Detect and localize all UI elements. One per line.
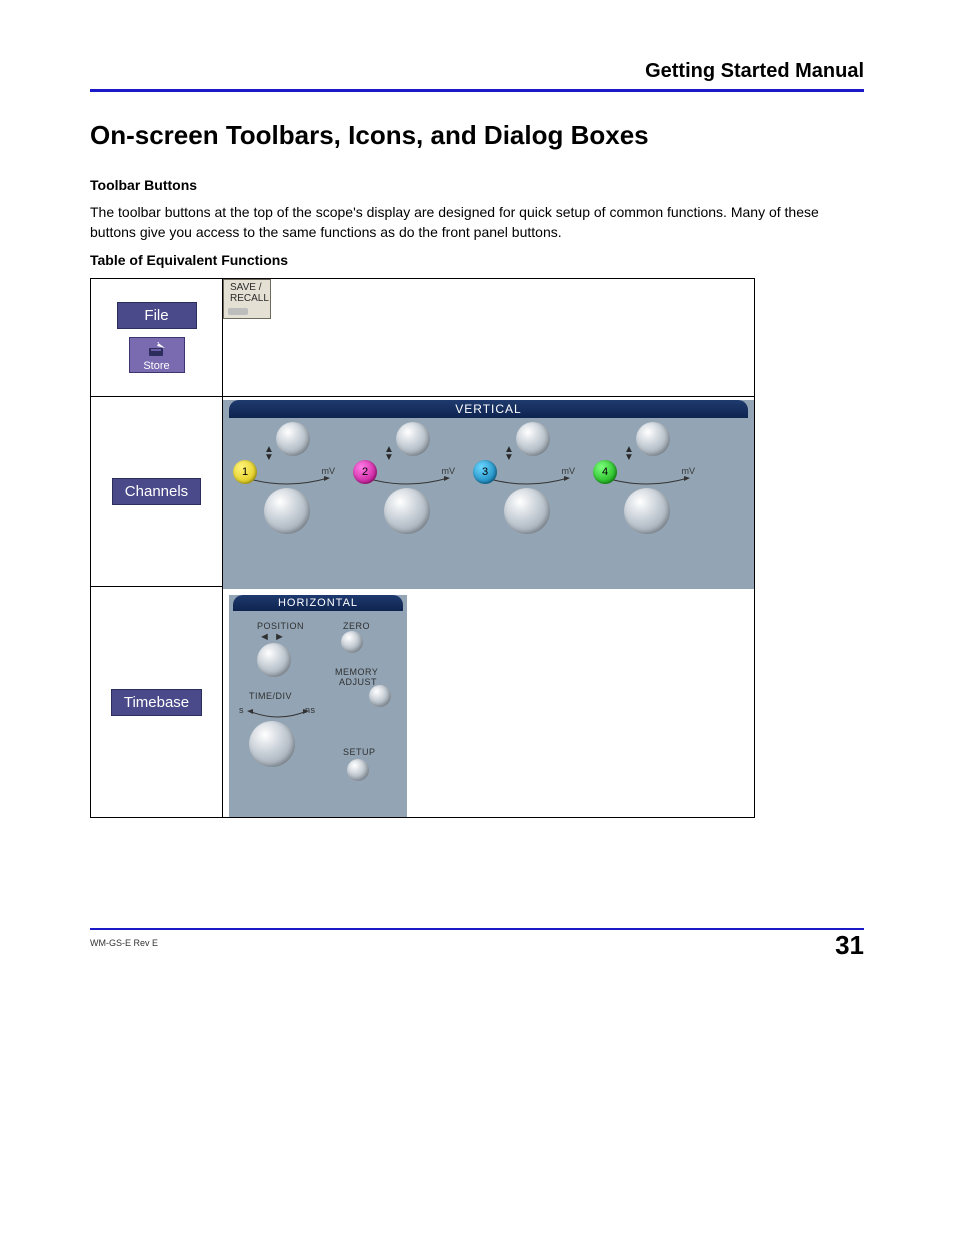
gain-mv-label: mV [682, 466, 696, 476]
gain-knob[interactable] [624, 488, 670, 534]
gain-knob[interactable] [384, 488, 430, 534]
channels-menu-button[interactable]: Channels [112, 478, 201, 505]
gain-mv-label: mV [442, 466, 456, 476]
timebase-menu-button[interactable]: Timebase [111, 689, 202, 716]
offset-knob[interactable] [396, 422, 430, 456]
horizontal-panel-title: HORIZONTAL [233, 595, 403, 611]
zero-label: ZERO [343, 621, 370, 631]
table-row: File Store SAVE / RECALL [91, 279, 755, 397]
setup-button[interactable] [347, 759, 369, 781]
position-label: POSITION [257, 621, 304, 631]
vertical-panel-title: VERTICAL [229, 400, 748, 418]
time-div-knob[interactable] [249, 721, 295, 767]
memory-adjust-knob[interactable] [369, 685, 391, 707]
position-knob[interactable] [257, 643, 291, 677]
position-arrows-icon: ◄ ► [259, 631, 285, 643]
vertical-channel-block: ▲▼4VmV [587, 418, 707, 536]
sweep-arc-icon [247, 709, 309, 719]
gain-knob[interactable] [264, 488, 310, 534]
vertical-channel-block: ▲▼2VmV [347, 418, 467, 536]
offset-arrows-icon: ▲▼ [264, 446, 274, 462]
offset-arrows-icon: ▲▼ [384, 446, 394, 462]
header-rule [90, 89, 864, 92]
channel-3-button[interactable]: 3 [473, 460, 497, 484]
channel-2-button[interactable]: 2 [353, 460, 377, 484]
manual-title: Getting Started Manual [90, 60, 864, 83]
table-row: Timebase HORIZONTAL POSITION ◄ ► ZERO ME… [91, 587, 755, 818]
toolbar-buttons-heading: Toolbar Buttons [90, 177, 864, 193]
table-row: Channels VERTICAL ▲▼1VmV▲▼2VmV▲▼3VmV▲▼4V… [91, 397, 755, 587]
horizontal-panel: HORIZONTAL POSITION ◄ ► ZERO MEMORY ADJU… [229, 595, 407, 817]
zero-button[interactable] [341, 631, 363, 653]
gain-mv-label: mV [322, 466, 336, 476]
vertical-channel-block: ▲▼3VmV [467, 418, 587, 536]
store-label: Store [143, 360, 169, 372]
store-icon [147, 342, 167, 358]
memory-label: MEMORY [335, 667, 378, 677]
save-recall-label-1: SAVE / [230, 282, 262, 293]
table-title: Table of Equivalent Functions [90, 252, 864, 268]
offset-knob[interactable] [276, 422, 310, 456]
page-number: 31 [835, 930, 864, 961]
channel-1-button[interactable]: 1 [233, 460, 257, 484]
store-toolbar-button[interactable]: Store [129, 337, 185, 373]
time-div-label: TIME/DIV [249, 691, 292, 701]
gain-knob[interactable] [504, 488, 550, 534]
vertical-panel: VERTICAL ▲▼1VmV▲▼2VmV▲▼3VmV▲▼4VmV [223, 400, 754, 589]
setup-label: SETUP [343, 747, 376, 757]
offset-knob[interactable] [516, 422, 550, 456]
gain-mv-label: mV [562, 466, 576, 476]
save-recall-label-2: RECALL [230, 293, 269, 304]
file-menu-button[interactable]: File [117, 302, 197, 329]
equivalent-functions-table: File Store SAVE / RECALL Channels VE [90, 278, 755, 818]
offset-arrows-icon: ▲▼ [624, 446, 634, 462]
save-recall-button[interactable]: SAVE / RECALL [223, 279, 271, 319]
channel-4-button[interactable]: 4 [593, 460, 617, 484]
page-title: On-screen Toolbars, Icons, and Dialog Bo… [90, 120, 864, 151]
s-label: s [239, 705, 244, 715]
offset-arrows-icon: ▲▼ [504, 446, 514, 462]
doc-revision: WM-GS-E Rev E [90, 938, 158, 948]
offset-knob[interactable] [636, 422, 670, 456]
intro-paragraph: The toolbar buttons at the top of the sc… [90, 203, 864, 242]
footer-rule [90, 928, 864, 930]
vertical-channel-block: ▲▼1VmV [227, 418, 347, 536]
